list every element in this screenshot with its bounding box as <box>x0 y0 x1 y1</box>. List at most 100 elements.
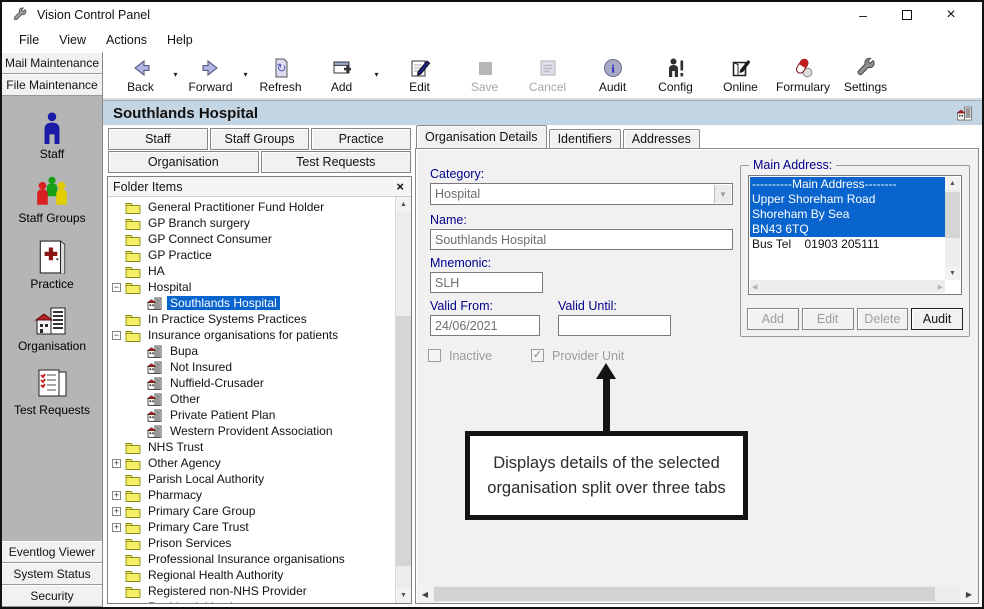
tree-item[interactable]: General Practitioner Fund Holder <box>108 199 395 215</box>
address-line[interactable]: ----------Main Address-------- <box>750 177 945 192</box>
tree-item[interactable]: Nuffield-Crusader <box>108 375 395 391</box>
settings-button[interactable]: Settings <box>838 55 893 94</box>
tree-item-label[interactable]: Pharmacy <box>145 488 205 502</box>
sidebar-item-practice[interactable]: Practice <box>30 240 73 291</box>
tab-practice[interactable]: Practice <box>311 128 411 150</box>
tree-vertical-scrollbar[interactable]: ▲ ▼ <box>395 197 411 603</box>
address-line[interactable]: Shoreham By Sea <box>750 207 945 222</box>
address-listbox[interactable]: ----------Main Address--------Upper Shor… <box>748 175 962 295</box>
minimize-icon[interactable]: – <box>856 7 870 23</box>
details-horizontal-scrollbar[interactable]: ◀ ▶ <box>417 586 977 602</box>
tree-item[interactable]: Bupa <box>108 343 395 359</box>
config-button[interactable]: Config <box>648 55 703 94</box>
tree-item-label[interactable]: Other <box>167 392 203 406</box>
close-panel-icon[interactable]: × <box>394 180 406 193</box>
tree-item-label[interactable]: Parish Local Authority <box>145 472 267 486</box>
scroll-left-icon[interactable]: ◀ <box>417 586 433 602</box>
valid-from-field[interactable] <box>430 315 540 336</box>
close-icon[interactable]: × <box>944 6 958 24</box>
tree-item-label[interactable]: Primary Care Group <box>145 504 258 518</box>
tree-scrollbar-thumb[interactable] <box>396 316 411 566</box>
scroll-down-icon[interactable]: ▼ <box>396 588 411 603</box>
tree-expander-icon[interactable] <box>112 603 121 604</box>
audit-button[interactable]: i Audit <box>585 55 640 94</box>
address-delete-button[interactable]: Delete <box>857 308 909 330</box>
mail-maintenance-button[interactable]: Mail Maintenance <box>2 52 102 74</box>
tree-item[interactable]: Other <box>108 391 395 407</box>
cancel-button[interactable]: Cancel <box>520 55 575 94</box>
tree-expander-icon[interactable] <box>112 283 121 292</box>
file-maintenance-button[interactable]: File Maintenance <box>2 74 102 96</box>
scroll-right-icon[interactable]: ▶ <box>961 586 977 602</box>
inactive-checkbox[interactable] <box>428 349 441 362</box>
tree-item[interactable]: Primary Care Group <box>108 503 395 519</box>
edit-button[interactable]: Edit <box>392 55 447 94</box>
tree-item-label[interactable]: Prison Services <box>145 536 234 550</box>
tree-item[interactable]: Regional Health Authority <box>108 567 395 583</box>
add-dropdown-caret[interactable]: ▾ <box>369 55 384 79</box>
tree-item-label[interactable]: Professional Insurance organisations <box>145 552 348 566</box>
details-scrollbar-thumb[interactable] <box>434 587 935 601</box>
menu-view[interactable]: View <box>50 30 95 50</box>
tree-item-label[interactable]: Hospital <box>145 280 194 294</box>
tree-item-label[interactable]: HA <box>145 264 168 278</box>
tree-item-label[interactable]: Western Provident Association <box>167 424 336 438</box>
tree-item[interactable]: GP Branch surgery <box>108 215 395 231</box>
address-line[interactable]: BN43 6TQ <box>750 222 945 237</box>
save-button[interactable]: Save <box>457 55 512 94</box>
forward-button[interactable]: Forward <box>183 55 238 94</box>
tree-item-label[interactable]: GP Practice <box>145 248 215 262</box>
sidebar-item-staff[interactable]: Staff <box>39 112 65 161</box>
address-line[interactable]: Bus Tel 01903 205111 <box>750 237 945 252</box>
tree-item[interactable]: Not Insured <box>108 359 395 375</box>
tree-item[interactable]: NHS Trust <box>108 439 395 455</box>
tree-item[interactable]: Private Patient Plan <box>108 407 395 423</box>
address-audit-button[interactable]: Audit <box>911 308 963 330</box>
tree-item-label[interactable]: GP Connect Consumer <box>145 232 275 246</box>
tab-organisation[interactable]: Organisation <box>108 151 259 173</box>
tree-item-label[interactable]: Insurance organisations for patients <box>145 328 341 342</box>
tree-expander-icon[interactable] <box>112 523 121 532</box>
security-button[interactable]: Security <box>2 585 102 607</box>
tree-item-label[interactable]: NHS Trust <box>145 440 206 454</box>
address-scrollbar-thumb[interactable] <box>945 192 960 238</box>
back-button[interactable]: Back <box>113 55 168 94</box>
scroll-down-icon[interactable]: ▼ <box>945 267 960 280</box>
tree-item-label[interactable]: Primary Care Trust <box>145 520 252 534</box>
tab-identifiers[interactable]: Identifiers <box>549 129 621 148</box>
valid-until-field[interactable] <box>558 315 671 336</box>
refresh-button[interactable]: ↻ Refresh <box>253 55 308 94</box>
tree-item-label[interactable]: Residential Institutes <box>145 600 262 603</box>
menu-help[interactable]: Help <box>158 30 202 50</box>
chevron-down-icon[interactable]: ▼ <box>714 185 731 203</box>
tree-expander-icon[interactable] <box>112 507 121 516</box>
tree-item[interactable]: Professional Insurance organisations <box>108 551 395 567</box>
tree-item-label[interactable]: Southlands Hospital <box>167 296 280 310</box>
tree-item[interactable]: Other Agency <box>108 455 395 471</box>
tree-item[interactable]: Residential Institutes <box>108 599 395 603</box>
provider-unit-checkbox[interactable] <box>531 349 544 362</box>
sidebar-item-staff-groups[interactable]: Staff Groups <box>18 176 85 225</box>
online-button[interactable]: Online <box>713 55 768 94</box>
address-horizontal-scrollbar[interactable]: ◀ ▶ <box>750 280 945 293</box>
tree-item[interactable]: Western Provident Association <box>108 423 395 439</box>
tab-test-requests[interactable]: Test Requests <box>261 151 412 173</box>
tree-item[interactable]: In Practice Systems Practices <box>108 311 395 327</box>
tree-item[interactable]: HA <box>108 263 395 279</box>
formulary-button[interactable]: Formulary <box>770 55 836 94</box>
tree-item[interactable]: GP Practice <box>108 247 395 263</box>
sidebar-item-organisation[interactable]: Organisation <box>18 306 86 353</box>
address-line[interactable]: Upper Shoreham Road <box>750 192 945 207</box>
tree-item-label[interactable]: General Practitioner Fund Holder <box>145 200 327 214</box>
scroll-up-icon[interactable]: ▲ <box>396 197 411 212</box>
name-field[interactable] <box>430 229 733 250</box>
category-select[interactable]: Hospital ▼ <box>430 183 733 205</box>
sidebar-item-test-requests[interactable]: Test Requests <box>14 368 90 417</box>
system-status-button[interactable]: System Status <box>2 563 102 585</box>
organisation-header-icon[interactable] <box>956 106 974 121</box>
tree-item[interactable]: Registered non-NHS Provider <box>108 583 395 599</box>
tree-item-label[interactable]: Private Patient Plan <box>167 408 278 422</box>
tree-item-label[interactable]: Registered non-NHS Provider <box>145 584 310 598</box>
add-button[interactable]: Add <box>314 55 369 94</box>
tree-item-label[interactable]: Bupa <box>167 344 201 358</box>
